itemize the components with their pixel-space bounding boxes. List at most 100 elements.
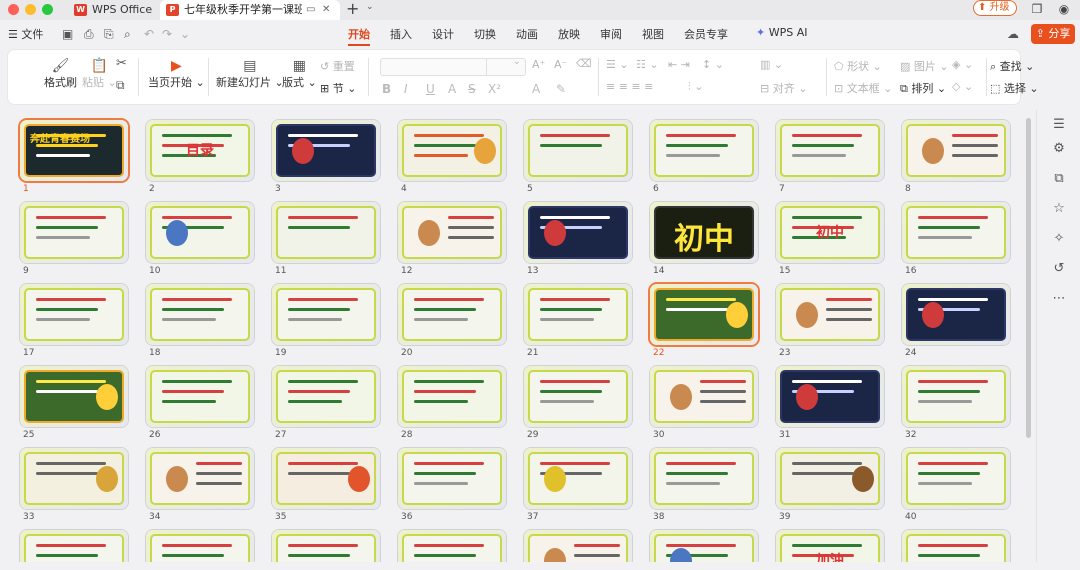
text-shadow-icon[interactable]: A	[448, 82, 456, 96]
zoom-window-button[interactable]	[42, 4, 53, 15]
slide-thumbnail[interactable]	[902, 120, 1010, 181]
tab-member[interactable]: 会员专享	[684, 26, 728, 42]
paste-button[interactable]: 📋 粘贴 ⌄	[82, 58, 117, 90]
font-size-dropdown[interactable]	[486, 58, 526, 76]
superscript-icon[interactable]: X²	[488, 82, 501, 96]
tab-home[interactable]: 开始	[348, 26, 370, 46]
bullet-list-icon[interactable]: ☰ ⌄	[606, 58, 629, 71]
slide-thumbnail[interactable]	[524, 530, 632, 562]
new-slide-button[interactable]: ▤ 新建幻灯片 ⌄	[216, 58, 284, 90]
star-icon[interactable]: ☆	[1052, 202, 1066, 216]
slide-thumbnail[interactable]	[20, 366, 128, 427]
slide-thumbnail[interactable]	[776, 284, 884, 345]
decrease-font-icon[interactable]: A⁻	[554, 58, 567, 71]
share-button[interactable]: ⇪ 分享	[1031, 24, 1075, 44]
reset-button[interactable]: ↺ 重置	[320, 58, 355, 74]
cloud-icon[interactable]: ☁	[1007, 27, 1019, 41]
monitor-icon[interactable]: ▭	[306, 0, 315, 20]
slide-thumbnail[interactable]	[272, 530, 380, 562]
tab-document[interactable]: P 七年级秋季开学第一课班会 ▭ ✕	[160, 0, 340, 20]
slide-thumbnail[interactable]	[524, 284, 632, 345]
slide-thumbnail[interactable]	[776, 448, 884, 509]
close-tab-icon[interactable]: ✕	[322, 0, 330, 20]
slide-thumbnail[interactable]	[398, 366, 506, 427]
print-preview-icon[interactable]: ⌕	[124, 27, 131, 42]
slide-thumbnail[interactable]	[146, 202, 254, 263]
slide-thumbnail[interactable]: 奔赴青春赛场	[20, 120, 128, 181]
undo-icon[interactable]: ↶	[144, 27, 154, 41]
numbered-list-icon[interactable]: ☷ ⌄	[636, 58, 659, 71]
close-window-button[interactable]	[8, 4, 19, 15]
slide-thumbnail[interactable]	[20, 284, 128, 345]
slide-thumbnail[interactable]: 初中	[776, 202, 884, 263]
slide-thumbnail[interactable]: 目录	[146, 120, 254, 181]
redo-icon[interactable]: ↷	[162, 27, 172, 41]
section-button[interactable]: ⊞ 节 ⌄	[320, 80, 356, 96]
textbox-button[interactable]: ⊡ 文本框 ⌄	[834, 80, 892, 96]
minimize-window-button[interactable]	[25, 4, 36, 15]
scissors-icon[interactable]: ✂	[116, 56, 127, 71]
slide-thumbnail[interactable]	[398, 120, 506, 181]
slide-thumbnail[interactable]	[776, 120, 884, 181]
slide-thumbnail[interactable]	[776, 366, 884, 427]
clear-format-icon[interactable]: ⌫	[576, 57, 592, 70]
copy-icon[interactable]: ⧉	[116, 78, 125, 93]
tab-design[interactable]: 设计	[432, 26, 454, 42]
window-restore-icon[interactable]: ❐	[1030, 2, 1044, 16]
history-icon[interactable]: ↺	[1052, 262, 1066, 276]
slide-thumbnail[interactable]	[524, 202, 632, 263]
more-icon[interactable]: ⋯	[1052, 292, 1066, 306]
slide-thumbnail[interactable]	[20, 448, 128, 509]
fill-icon[interactable]: ◈ ⌄	[952, 58, 973, 71]
tab-animations[interactable]: 动画	[516, 26, 538, 42]
indent-icon[interactable]: ⇤ ⇥	[668, 58, 690, 71]
slide-thumbnail[interactable]	[272, 120, 380, 181]
strikethrough-icon[interactable]: S	[468, 82, 476, 96]
slide-thumbnail[interactable]	[398, 202, 506, 263]
tab-view[interactable]: 视图	[642, 26, 664, 42]
line-spacing-icon[interactable]: ↕ ⌄	[702, 58, 724, 71]
slide-thumbnail[interactable]: 初中	[650, 202, 758, 263]
align-button[interactable]: ⊟ 对齐 ⌄	[760, 80, 807, 96]
slide-thumbnail[interactable]	[902, 366, 1010, 427]
arrange-button[interactable]: ⧉ 排列 ⌄	[900, 80, 946, 96]
chevron-down-icon[interactable]: ⌄	[180, 27, 190, 41]
picture-button[interactable]: ▨ 图片 ⌄	[900, 58, 949, 74]
slide-thumbnail[interactable]: 加油	[776, 530, 884, 562]
slide-thumbnail[interactable]	[272, 448, 380, 509]
slide-thumbnail[interactable]	[146, 530, 254, 562]
columns-icon[interactable]: ▥ ⌄	[760, 58, 783, 71]
slide-thumbnail[interactable]	[902, 284, 1010, 345]
tab-wps-office[interactable]: W WPS Office	[68, 0, 160, 20]
scrollbar-thumb[interactable]	[1026, 118, 1031, 438]
wps-ai-button[interactable]: ✦ WPS AI	[756, 26, 807, 39]
slide-thumbnail[interactable]	[398, 448, 506, 509]
slide-thumbnail[interactable]	[524, 448, 632, 509]
slide-thumbnail[interactable]	[272, 202, 380, 263]
upgrade-button[interactable]: ⬆ 升级	[973, 0, 1017, 16]
avatar[interactable]: ◉	[1057, 2, 1071, 16]
slide-thumbnail[interactable]	[524, 366, 632, 427]
layout-button[interactable]: ▦ 版式 ⌄	[282, 58, 317, 90]
tab-review[interactable]: 审阅	[600, 26, 622, 42]
slide-thumbnail[interactable]	[650, 120, 758, 181]
format-painter-button[interactable]: 🖌 格式刷	[44, 58, 77, 90]
slide-thumbnail[interactable]	[902, 530, 1010, 562]
new-tab-button[interactable]: +	[346, 0, 359, 18]
slide-thumbnail[interactable]	[20, 202, 128, 263]
shape-button[interactable]: ⬠ 形状 ⌄	[834, 58, 882, 74]
slide-thumbnail[interactable]	[650, 366, 758, 427]
tab-transitions[interactable]: 切换	[474, 26, 496, 42]
export-pdf-icon[interactable]: ⎙	[84, 27, 94, 42]
increase-font-icon[interactable]: A⁺	[532, 58, 545, 71]
slide-thumbnail[interactable]	[650, 530, 758, 562]
slide-thumbnail[interactable]	[902, 448, 1010, 509]
slide-thumbnail[interactable]	[146, 366, 254, 427]
slide-thumbnail[interactable]	[398, 284, 506, 345]
print-icon[interactable]: ⎘	[104, 27, 114, 42]
tab-insert[interactable]: 插入	[390, 26, 412, 42]
slide-thumbnail[interactable]	[146, 448, 254, 509]
bold-icon[interactable]: B	[382, 82, 391, 96]
sliders-icon[interactable]: ⚙	[1052, 142, 1066, 156]
highlight-icon[interactable]: ✎	[556, 82, 566, 96]
